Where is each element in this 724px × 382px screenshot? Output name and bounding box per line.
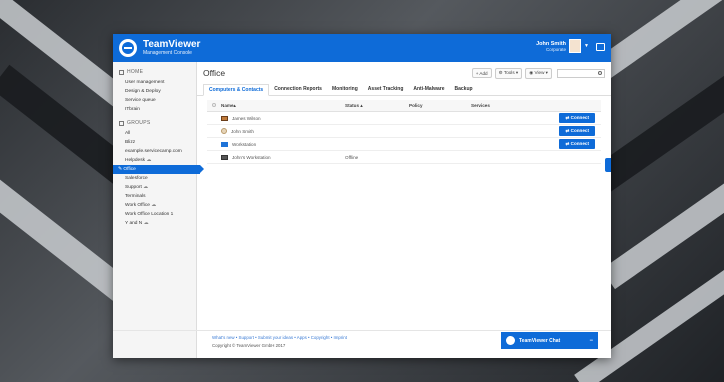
device-icon — [221, 141, 228, 147]
table-row[interactable]: James Wilson ⇄ Connect — [207, 112, 601, 125]
sidebar-group-item[interactable]: Y and N ☁ — [113, 219, 196, 228]
teamviewer-logo-icon — [119, 39, 137, 57]
device-icon — [221, 128, 227, 134]
sidebar-group-item[interactable]: Work Office Location 1 — [113, 210, 196, 219]
tools-button[interactable]: ⚙ Tools ▾ — [494, 67, 523, 79]
user-menu[interactable]: John Smith Corporate ▼ — [536, 39, 589, 53]
sidebar-group-label: Work Office Location 1 — [125, 211, 174, 217]
side-panel-toggle[interactable] — [605, 158, 611, 172]
groups-icon — [119, 120, 124, 126]
sidebar-group-item[interactable]: Salesforce — [113, 174, 196, 183]
search-icon — [598, 71, 602, 75]
device-name: John's Workstation — [232, 154, 271, 160]
device-name: James Wilson — [232, 115, 261, 121]
sidebar-home-header[interactable]: HOME — [113, 66, 196, 78]
avatar[interactable] — [569, 39, 582, 53]
sidebar-group-label: Helpdesk — [125, 157, 145, 163]
sidebar-group-item[interactable]: Helpdesk ☁ — [113, 156, 196, 165]
computers-table: Name ▴ Status ▴ Policy Services James Wi… — [207, 100, 601, 164]
column-services: Services — [471, 103, 490, 108]
sidebar-group-item[interactable]: Blizz — [113, 138, 196, 147]
sidebar-item-home[interactable]: Service queue — [113, 96, 196, 105]
sidebar-group-label: All — [125, 130, 131, 136]
sidebar-item-home[interactable]: Design & Deploy — [113, 87, 196, 96]
connect-button[interactable]: ⇄ Connect — [559, 126, 595, 136]
home-icon — [119, 69, 124, 75]
connect-button[interactable]: ⇄ Connect — [559, 113, 595, 123]
table-row[interactable]: Workstation ⇄ Connect — [207, 138, 601, 151]
sidebar-groups-header[interactable]: GROUPS — [113, 117, 196, 129]
sidebar-group-label: Y and N — [125, 220, 143, 226]
chevron-down-icon[interactable]: ▼ — [584, 43, 589, 49]
sidebar-group-label: Support — [125, 184, 142, 190]
sidebar-group-label: example.servicecamp.com — [125, 148, 182, 154]
cloud-icon: ☁ — [145, 157, 152, 163]
minimize-icon[interactable]: − — [589, 338, 593, 344]
column-policy: Policy — [409, 103, 423, 108]
teamviewer-window: TeamViewer Management Console John Smith… — [113, 34, 611, 358]
cloud-icon: ☁ — [141, 184, 148, 190]
search-input[interactable] — [557, 68, 605, 78]
chat-icon[interactable] — [596, 43, 605, 51]
sidebar-group-item[interactable]: Work Office ☁ — [113, 201, 196, 210]
main-content: Office + Add ⚙ Tools ▾ ◉ View ▾ Computer… — [113, 62, 611, 358]
connect-button[interactable]: ⇄ Connect — [559, 139, 595, 149]
cloud-icon: ☁ — [149, 202, 157, 208]
teamviewer-chat-widget[interactable]: TeamViewer Chat − — [501, 332, 598, 349]
sidebar-group-item[interactable]: Terminals — [113, 192, 196, 201]
sidebar-group-label: Terminals — [125, 193, 146, 199]
sidebar-group-item[interactable]: ✎ Office — [113, 165, 204, 174]
table-row[interactable]: John's Workstation Offline — [207, 151, 601, 164]
device-icon — [221, 115, 228, 121]
sidebar-group-item[interactable]: All — [113, 129, 196, 138]
device-name: Workstation — [232, 141, 257, 147]
tab-anti-malware[interactable]: Anti-Malware — [408, 84, 449, 95]
brand-name: TeamViewer — [143, 39, 201, 50]
tab-computers-contacts[interactable]: Computers & Contacts — [203, 84, 270, 96]
user-role: Corporate — [546, 46, 567, 52]
sidebar-group-label: Salesforce — [125, 175, 148, 181]
table-row[interactable]: John Smith ⇄ Connect — [207, 125, 601, 138]
sidebar-item-home[interactable]: User management — [113, 78, 196, 87]
sidebar-group-label: Blizz — [125, 139, 136, 145]
sidebar-item-home[interactable]: ITbrain — [113, 105, 196, 114]
sidebar-group-label: Office — [123, 166, 136, 172]
device-name: John Smith — [231, 128, 254, 134]
tab-connection-reports[interactable]: Connection Reports — [269, 84, 327, 95]
tab-asset-tracking[interactable]: Asset Tracking — [363, 84, 409, 95]
device-icon — [221, 154, 228, 160]
title-bar: TeamViewer Management Console John Smith… — [113, 34, 611, 62]
chat-logo-icon — [506, 336, 515, 345]
tab-bar: Computers & Contacts Connection Reports Mo… — [197, 84, 611, 96]
page-title: Office — [203, 68, 226, 78]
sidebar: HOME User management Design & Deploy Servi… — [113, 62, 204, 358]
device-status: Offline — [345, 154, 359, 160]
column-status[interactable]: Status ▴ — [345, 103, 409, 109]
select-all-checkbox[interactable] — [212, 103, 216, 107]
sidebar-group-label: Work Office — [125, 202, 150, 208]
table-header: Name ▴ Status ▴ Policy Services — [207, 100, 601, 112]
sidebar-group-item[interactable]: example.servicecamp.com — [113, 147, 196, 156]
tab-monitoring[interactable]: Monitoring — [327, 84, 363, 95]
sidebar-group-item[interactable]: Support ☁ — [113, 183, 196, 192]
brand-subtitle: Management Console — [143, 50, 192, 56]
add-button[interactable]: + Add — [471, 68, 492, 78]
column-name[interactable]: Name ▴ — [221, 103, 345, 109]
view-button[interactable]: ◉ View ▾ — [525, 67, 552, 79]
cloud-icon: ☁ — [142, 220, 149, 226]
tab-backup[interactable]: Backup — [450, 84, 478, 95]
